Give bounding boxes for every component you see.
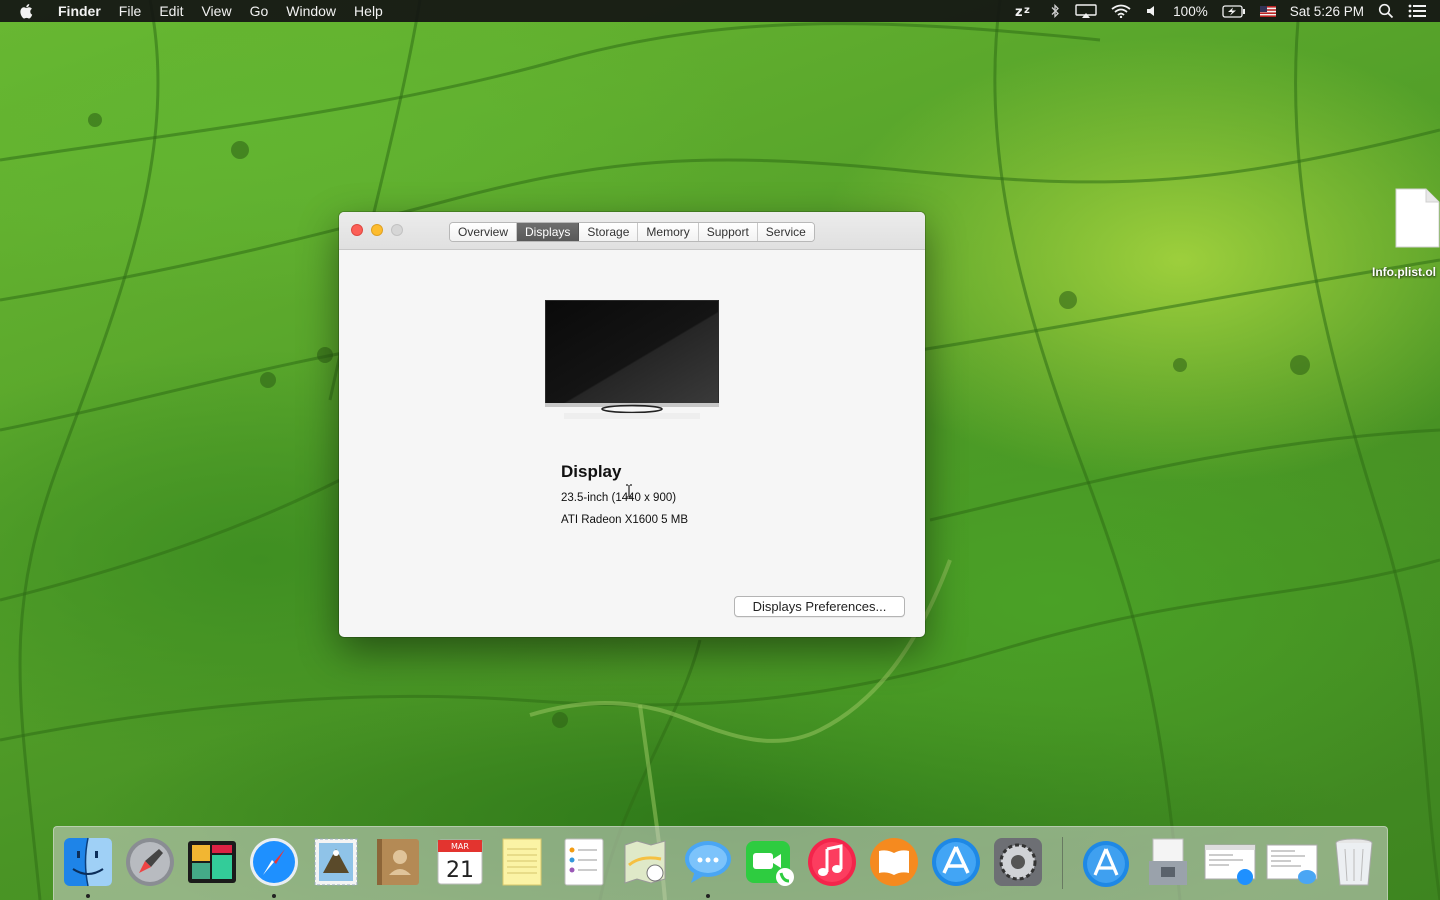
- itunes-icon: [808, 838, 856, 886]
- ibooks-icon: [870, 838, 918, 886]
- battery-icon[interactable]: [1222, 0, 1246, 22]
- dock-archive[interactable]: [1141, 835, 1195, 889]
- dock-reminders[interactable]: [557, 835, 611, 889]
- battery-percentage[interactable]: 100%: [1173, 0, 1208, 22]
- app-store-icon: [932, 838, 980, 886]
- launchpad-icon: [126, 838, 174, 886]
- messages-document-icon: [1266, 844, 1318, 884]
- dock-system-preferences[interactable]: [991, 835, 1045, 889]
- tab-bar: Overview Displays Storage Memory Support…: [449, 222, 815, 242]
- window-titlebar[interactable]: Overview Displays Storage Memory Support…: [339, 212, 925, 250]
- calendar-day: 21: [446, 858, 474, 883]
- dock-activity-monitor[interactable]: [185, 835, 239, 889]
- dock-trash[interactable]: [1327, 835, 1381, 889]
- menu-bar: Finder File Edit View Go Window Help zz …: [0, 0, 1440, 22]
- sleep-icon[interactable]: zz: [1015, 0, 1035, 22]
- desktop-file-name: Info.plist.ol: [1372, 265, 1436, 279]
- dock-running-indicator: [706, 894, 710, 898]
- dock-itunes[interactable]: [805, 835, 859, 889]
- app-menu-finder[interactable]: Finder: [50, 0, 110, 22]
- svg-text:z: z: [1015, 5, 1023, 18]
- dock-running-indicator: [272, 894, 276, 898]
- tab-service[interactable]: Service: [757, 223, 814, 241]
- flag-icon[interactable]: [1259, 0, 1276, 22]
- display-info: Display 23.5-inch (1440 x 900) ATI Radeo…: [561, 462, 688, 536]
- tab-support[interactable]: Support: [698, 223, 758, 241]
- dock-facetime[interactable]: [743, 835, 797, 889]
- menu-help[interactable]: Help: [345, 0, 392, 22]
- minimize-button[interactable]: [371, 224, 383, 236]
- safari-document-icon: [1204, 844, 1256, 885]
- contacts-icon: [377, 839, 419, 885]
- archive-utility-icon: [1149, 838, 1187, 885]
- menu-go[interactable]: Go: [241, 0, 278, 22]
- airplay-icon[interactable]: [1075, 0, 1097, 22]
- display-graphics: ATI Radeon X1600 5 MB: [561, 514, 688, 526]
- dock-safari[interactable]: [247, 835, 301, 889]
- spotlight-icon[interactable]: [1378, 0, 1394, 22]
- apple-menu-icon[interactable]: [18, 2, 36, 20]
- about-this-mac-window: Overview Displays Storage Memory Support…: [339, 212, 925, 637]
- window-controls: [351, 224, 403, 236]
- dock: MAR 21: [53, 826, 1388, 900]
- activity-monitor-icon: [188, 841, 236, 883]
- display-monitor-icon: [545, 300, 719, 419]
- tab-memory[interactable]: Memory: [638, 223, 699, 241]
- menu-window[interactable]: Window: [277, 0, 345, 22]
- display-title: Display: [561, 462, 622, 481]
- menu-file[interactable]: File: [110, 0, 151, 22]
- finder-icon: [64, 837, 112, 887]
- dock-messages[interactable]: [681, 835, 735, 889]
- maps-icon: [624, 840, 666, 884]
- dock-running-indicator: [86, 894, 90, 898]
- clock[interactable]: Sat 5:26 PM: [1290, 0, 1364, 22]
- menu-edit[interactable]: Edit: [150, 0, 192, 22]
- dock-contacts[interactable]: [371, 835, 425, 889]
- dock-notes[interactable]: [495, 835, 549, 889]
- menu-view[interactable]: View: [192, 0, 240, 22]
- tab-displays[interactable]: Displays: [517, 223, 580, 241]
- volume-icon[interactable]: [1145, 0, 1159, 22]
- bluetooth-icon[interactable]: [1049, 0, 1061, 22]
- reminders-icon: [564, 838, 604, 886]
- tab-storage[interactable]: Storage: [579, 223, 639, 241]
- dock-applications-stack[interactable]: [1079, 835, 1133, 889]
- applications-folder-icon: [1083, 841, 1129, 887]
- notes-icon: [502, 838, 542, 886]
- dock-messages-document[interactable]: [1265, 835, 1319, 889]
- dock-launchpad[interactable]: [123, 835, 177, 889]
- messages-icon: [685, 841, 731, 883]
- close-button[interactable]: [351, 224, 363, 236]
- safari-icon: [250, 838, 298, 886]
- dock-ibooks[interactable]: [867, 835, 921, 889]
- dock-maps[interactable]: [619, 835, 673, 889]
- dock-safari-document[interactable]: [1203, 835, 1257, 889]
- document-icon: [1395, 188, 1440, 248]
- dock-app-store[interactable]: [929, 835, 983, 889]
- dock-mail[interactable]: [309, 835, 363, 889]
- mail-icon: [314, 838, 358, 886]
- dock-calendar[interactable]: MAR 21: [433, 835, 487, 889]
- dock-separator: [1062, 837, 1063, 889]
- wifi-icon[interactable]: [1111, 0, 1131, 22]
- desktop-file[interactable]: Info.plist.ol: [1366, 188, 1440, 279]
- zoom-button: [391, 224, 403, 236]
- displays-preferences-button[interactable]: Displays Preferences...: [734, 596, 905, 617]
- notification-center-icon[interactable]: [1408, 0, 1426, 22]
- facetime-icon: [746, 841, 794, 886]
- calendar-icon: MAR 21: [437, 839, 483, 885]
- tab-overview[interactable]: Overview: [450, 223, 518, 241]
- calendar-month: MAR: [451, 842, 469, 851]
- svg-text:z: z: [1024, 5, 1030, 16]
- system-preferences-icon: [994, 838, 1042, 886]
- dock-finder[interactable]: [61, 835, 115, 889]
- trash-icon: [1335, 838, 1373, 886]
- text-cursor-icon: [626, 484, 632, 498]
